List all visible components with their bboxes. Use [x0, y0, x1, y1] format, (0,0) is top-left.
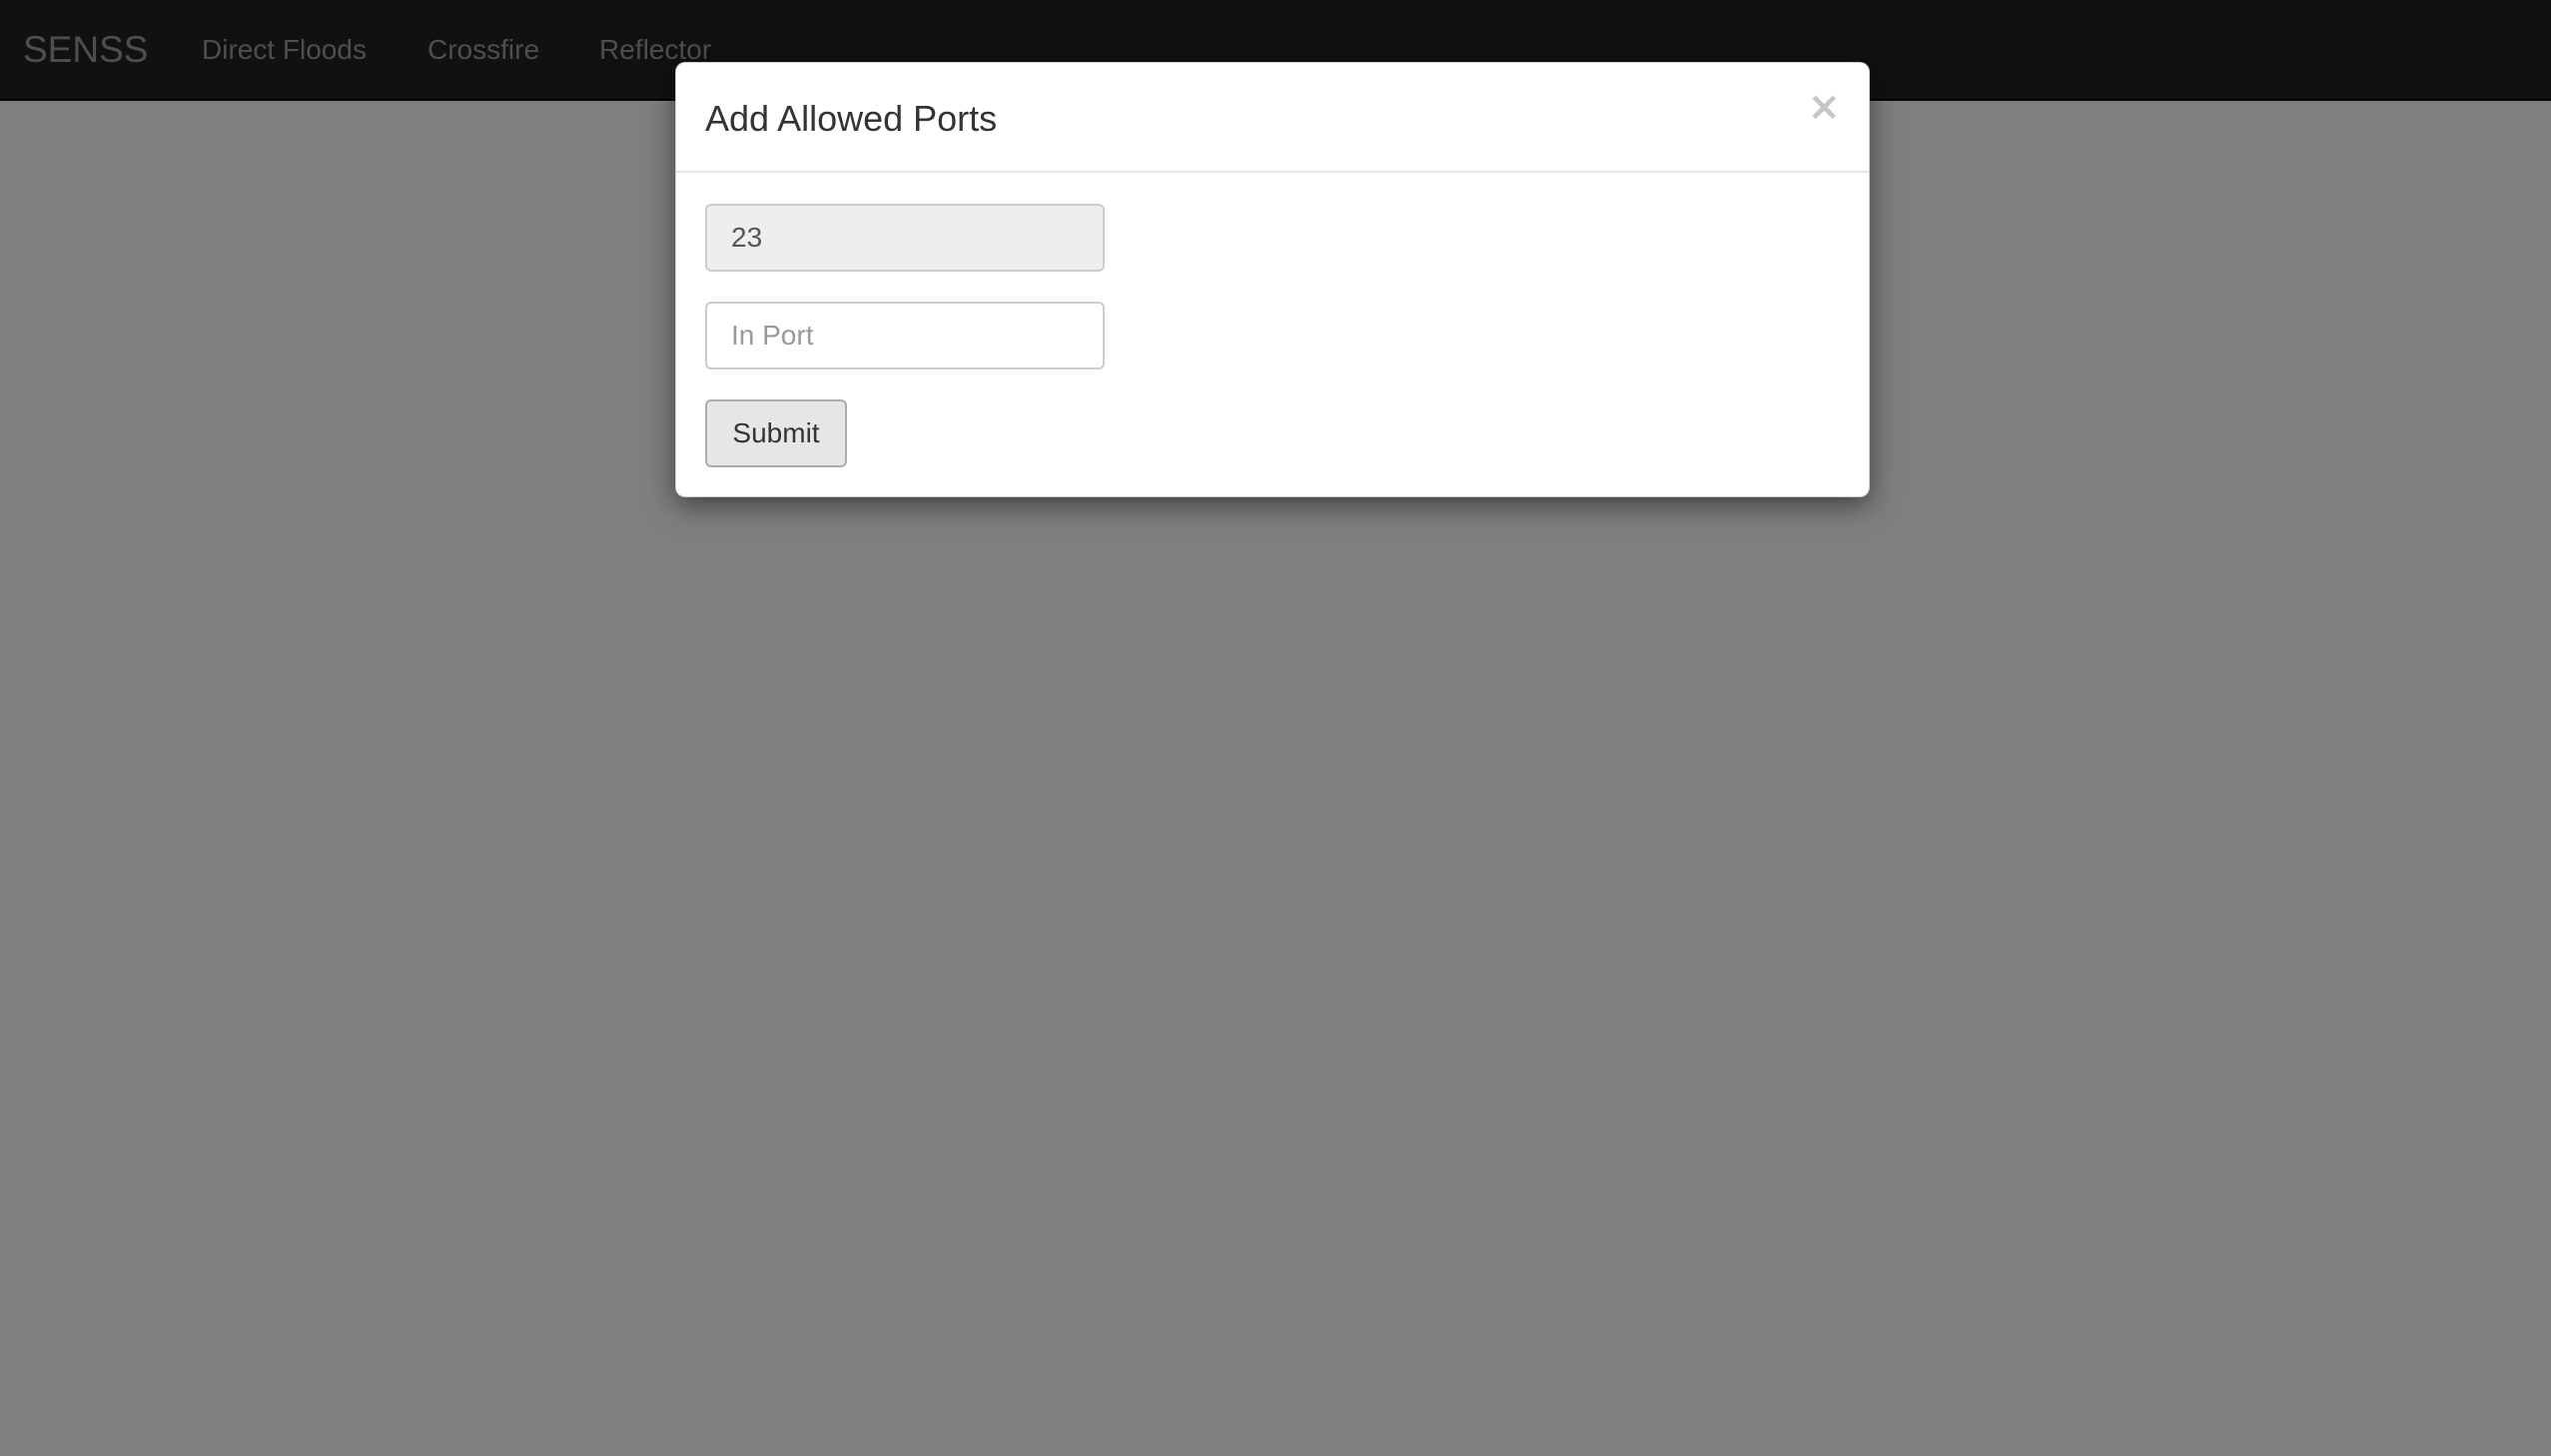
modal-header: Add Allowed Ports ×: [676, 63, 1869, 173]
in-port-input[interactable]: [705, 302, 1105, 369]
modal-title: Add Allowed Ports: [705, 98, 998, 139]
submit-button[interactable]: Submit: [705, 399, 847, 467]
add-allowed-ports-modal: Add Allowed Ports × Submit: [675, 62, 1870, 497]
close-icon[interactable]: ×: [1807, 87, 1841, 127]
allowed-port-input[interactable]: [705, 204, 1105, 272]
